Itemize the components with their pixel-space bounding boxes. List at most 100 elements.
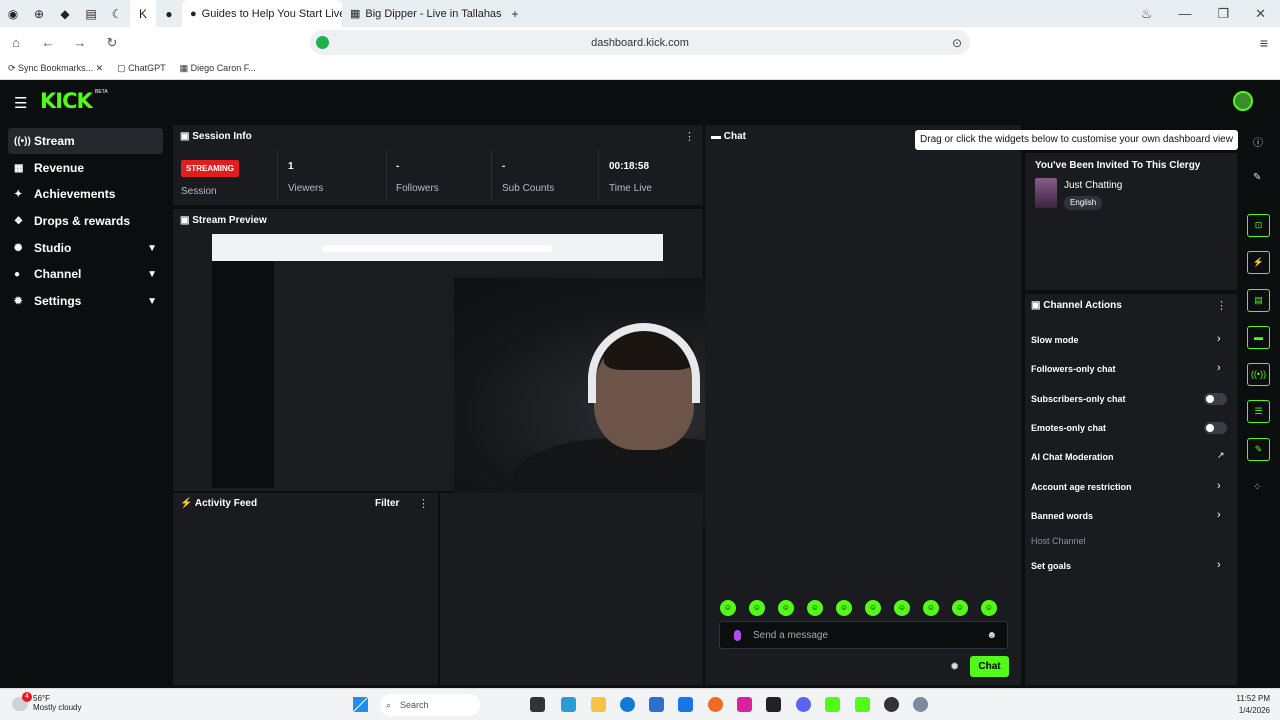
emote-icon[interactable]: ☺ — [952, 600, 968, 616]
bookmark-chatgpt[interactable]: ▢ ChatGPT — [117, 63, 166, 74]
account-age-item[interactable]: Account age restriction — [1031, 482, 1132, 492]
widget-chat-button[interactable]: ▬ — [1247, 326, 1270, 349]
widget-activity-button[interactable]: ⚡ — [1247, 251, 1270, 274]
emote-icon[interactable]: ☺ — [865, 600, 881, 616]
widget-list-button[interactable]: ☰ — [1247, 400, 1270, 423]
globe-icon[interactable]: ⊕ — [26, 0, 52, 27]
tab-icon[interactable]: ● — [156, 0, 182, 27]
apps-icon[interactable]: ⁘ — [1253, 482, 1261, 493]
emote-icon[interactable]: ☺ — [836, 600, 852, 616]
tab-guides[interactable]: ●Guides to Help You Start Live Strea — [182, 0, 342, 27]
sidebar-item-revenue[interactable]: ▦ Revenue — [8, 155, 163, 181]
fire-icon[interactable]: ♨ — [1141, 6, 1153, 22]
minimize-button[interactable]: — — [1178, 6, 1191, 21]
forward-button[interactable]: → — [64, 35, 96, 50]
chevron-right-icon[interactable]: › — [1217, 333, 1221, 345]
banned-words-item[interactable]: Banned words — [1031, 511, 1093, 521]
chevron-right-icon[interactable]: › — [1217, 362, 1221, 374]
sidebar-item-channel[interactable]: ● Channel ▼ — [8, 261, 163, 287]
tab-icon[interactable]: ▤ — [78, 0, 104, 27]
info-icon[interactable]: ⓘ — [1253, 134, 1263, 149]
file-explorer-icon[interactable] — [591, 697, 606, 712]
home-icon[interactable]: ⌂ — [0, 35, 32, 50]
edge-icon[interactable] — [620, 697, 635, 712]
chevron-right-icon[interactable]: › — [1217, 509, 1221, 521]
app-icon[interactable]: ◉ — [0, 0, 26, 27]
emote-bar: ☺ ☺ ☺ ☺ ☺ ☺ ☺ ☺ ☺ ☺ — [720, 600, 997, 616]
slow-mode-item[interactable]: Slow mode — [1031, 335, 1079, 345]
chat-settings-icon[interactable]: ✹ — [950, 660, 959, 673]
taskbar-search[interactable]: ⌕ Search — [380, 694, 480, 716]
invite-category[interactable]: Just Chatting — [1064, 180, 1122, 191]
widget-doc-button[interactable]: ▤ — [1247, 289, 1270, 312]
settings-icon[interactable] — [913, 697, 928, 712]
sidebar-item-studio[interactable]: ✺ Studio ▼ — [8, 235, 163, 261]
hamburger-menu-icon[interactable]: ☰ — [14, 94, 27, 112]
widget-preview-button[interactable]: ⊡ — [1247, 214, 1270, 237]
new-tab-button[interactable]: + — [502, 0, 528, 27]
store-icon[interactable] — [649, 697, 664, 712]
browser-app-icon[interactable] — [708, 697, 723, 712]
back-button[interactable]: ← — [32, 35, 64, 50]
shield-icon[interactable] — [316, 36, 329, 49]
reload-button[interactable]: ↻ — [96, 35, 128, 51]
folder-icon[interactable]: ◆ — [52, 0, 78, 27]
kebab-menu-icon[interactable]: ⋮ — [684, 130, 695, 143]
set-goals-item[interactable]: Set goals — [1031, 561, 1071, 571]
filter-button[interactable]: Filter — [375, 498, 399, 509]
sidebar-item-achievements[interactable]: ✦ Achievements — [8, 181, 163, 207]
obs-icon[interactable] — [884, 697, 899, 712]
subscribers-only-toggle[interactable] — [1204, 393, 1227, 405]
instagram-icon[interactable] — [737, 697, 752, 712]
discord-icon[interactable] — [796, 697, 811, 712]
chat-send-button[interactable]: Chat — [970, 656, 1009, 677]
tab-big-dipper[interactable]: ▦Big Dipper - Live in Tallahassee, Tal — [342, 0, 502, 27]
emote-icon[interactable]: ☺ — [720, 600, 736, 616]
chat-input[interactable]: Send a message ☻ — [719, 621, 1008, 649]
sidebar-item-drops[interactable]: ❖ Drops & rewards — [8, 208, 163, 234]
emote-icon[interactable]: ☺ — [778, 600, 794, 616]
start-button[interactable] — [353, 697, 368, 712]
emote-icon[interactable]: ☺ — [981, 600, 997, 616]
category-thumbnail[interactable] — [1035, 178, 1057, 208]
tab-icon[interactable]: ☾ — [104, 0, 130, 27]
ai-moderation-item[interactable]: AI Chat Moderation — [1031, 452, 1114, 462]
emote-icon[interactable]: ☺ — [923, 600, 939, 616]
mail-icon[interactable] — [678, 697, 693, 712]
followers-only-item[interactable]: Followers-only chat — [1031, 364, 1116, 374]
kick-app-icon[interactable] — [825, 697, 840, 712]
chevron-right-icon[interactable]: › — [1217, 480, 1221, 492]
lightning-icon: ⚡ — [180, 498, 195, 509]
bookmark-sync[interactable]: ⟳ Sync Bookmarks... ✕ — [8, 63, 103, 74]
taskview-icon[interactable] — [530, 697, 545, 712]
kebab-menu-icon[interactable]: ⋮ — [418, 497, 429, 510]
url-field[interactable]: dashboard.kick.com ⊙ — [310, 30, 970, 55]
widget-tool-button[interactable]: ✎ — [1247, 438, 1270, 461]
copilot-icon[interactable] — [561, 697, 576, 712]
close-button[interactable]: ✕ — [1255, 6, 1266, 22]
menu-icon[interactable]: ≡ — [1260, 35, 1268, 51]
weather-widget[interactable]: 56°F Mostly cloudy — [33, 694, 81, 712]
kick-tab-icon[interactable]: K — [130, 0, 156, 27]
audio-app-icon[interactable] — [766, 697, 781, 712]
emote-icon[interactable]: ☺ — [807, 600, 823, 616]
external-link-icon[interactable]: ↗ — [1217, 450, 1225, 461]
chevron-right-icon[interactable]: › — [1217, 559, 1221, 571]
kick-logo[interactable]: KICK — [40, 89, 93, 113]
emote-icon[interactable]: ☺ — [894, 600, 910, 616]
sidebar-item-settings[interactable]: ✹ Settings ▼ — [8, 288, 163, 314]
widget-broadcast-button[interactable]: ((•)) — [1247, 363, 1270, 386]
share-icon[interactable]: ⊙ — [952, 36, 962, 50]
sidebar-item-stream[interactable]: ((•)) Stream — [8, 128, 163, 154]
pencil-icon[interactable]: ✎ — [1253, 172, 1261, 183]
kebab-menu-icon[interactable]: ⋮ — [1216, 299, 1227, 312]
mic-icon[interactable] — [734, 630, 741, 641]
avatar[interactable] — [1233, 91, 1253, 111]
emoji-icon[interactable]: ☻ — [986, 630, 997, 641]
system-clock[interactable]: 11:52 PM 1/4/2026 — [1236, 693, 1270, 717]
emotes-only-toggle[interactable] — [1204, 422, 1227, 434]
kick-app-icon[interactable] — [855, 697, 870, 712]
emote-icon[interactable]: ☺ — [749, 600, 765, 616]
bookmark-diego[interactable]: ▦ Diego Caron F... — [180, 63, 256, 74]
maximize-button[interactable]: ❐ — [1217, 6, 1229, 22]
